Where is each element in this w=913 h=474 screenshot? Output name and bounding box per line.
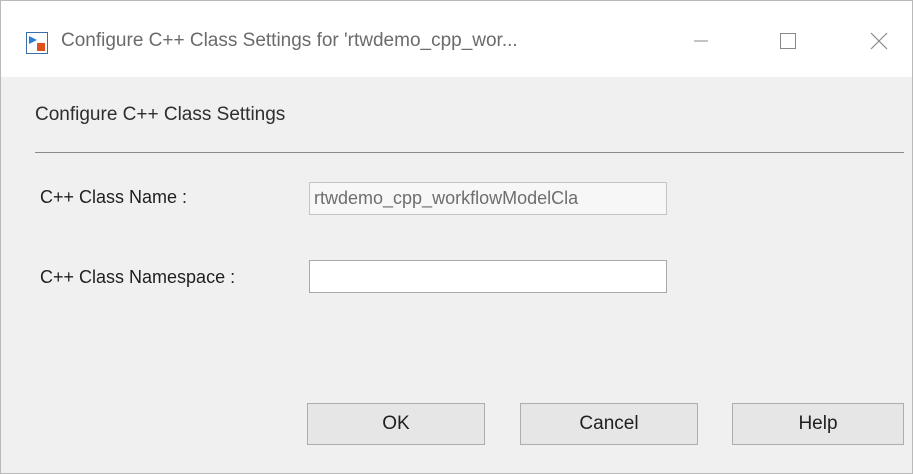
class-namespace-field[interactable] [309, 260, 667, 293]
minimize-icon [694, 40, 708, 42]
dialog-window: Configure C++ Class Settings for 'rtwdem… [0, 0, 913, 474]
ok-button[interactable]: OK [307, 403, 485, 445]
class-name-field[interactable]: rtwdemo_cpp_workflowModelCla [309, 182, 667, 215]
title-bar[interactable]: Configure C++ Class Settings for 'rtwdem… [1, 1, 912, 77]
close-button[interactable] [859, 23, 899, 59]
class-name-label: C++ Class Name : [40, 187, 188, 207]
cancel-button[interactable]: Cancel [520, 403, 698, 445]
minimize-button[interactable] [681, 23, 721, 59]
section-divider [35, 152, 904, 153]
close-icon [870, 32, 888, 50]
section-title: Configure C++ Class Settings [35, 104, 286, 125]
window-title: Configure C++ Class Settings for 'rtwdem… [61, 30, 518, 51]
maximize-button[interactable] [768, 23, 808, 59]
class-namespace-label: C++ Class Namespace : [40, 267, 236, 287]
help-button[interactable]: Help [732, 403, 904, 445]
simulink-model-icon [26, 32, 48, 54]
maximize-icon [780, 33, 796, 49]
